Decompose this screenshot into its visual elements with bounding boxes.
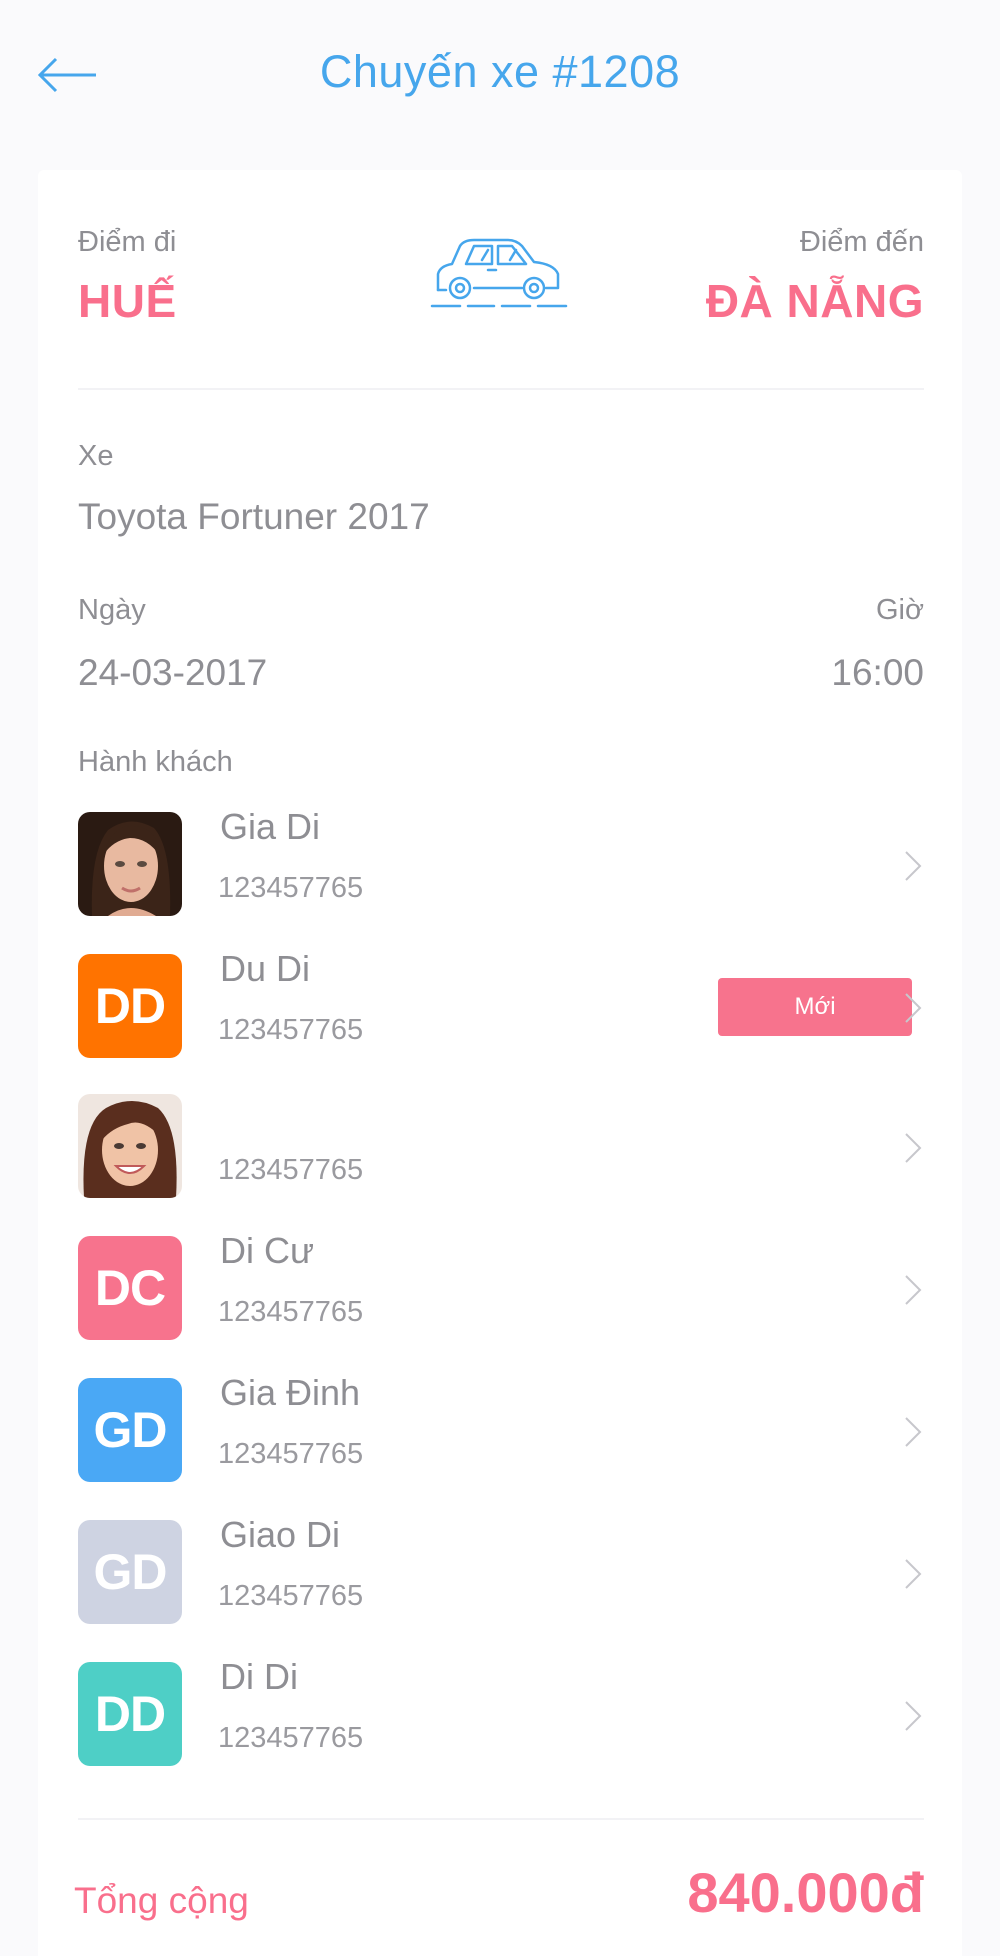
chevron-right-icon <box>905 993 922 1023</box>
passenger-name: Du Di <box>220 948 311 989</box>
passenger-row[interactable]: DD Du Di 123457765 Mới <box>78 948 924 1062</box>
passenger-phone: 123457765 <box>218 1580 364 1612</box>
passenger-phone: 123457765 <box>218 1438 364 1470</box>
passenger-phone: 123457765 <box>218 872 364 904</box>
vehicle-label: Xe <box>78 440 114 472</box>
passenger-phone: 123457765 <box>218 1154 364 1186</box>
passenger-name: Di Cư <box>220 1230 315 1271</box>
passenger-row[interactable]: DD Di Di 123457765 <box>78 1656 924 1770</box>
car-icon <box>430 238 568 308</box>
passenger-name: Gia Đinh <box>220 1372 361 1413</box>
avatar-initials: DD <box>78 954 182 1058</box>
to-label: Điểm đến <box>799 226 924 258</box>
from-city: HUẾ <box>78 275 177 327</box>
chevron-right-icon <box>905 1275 922 1305</box>
date-value: 24-03-2017 <box>78 652 268 693</box>
passenger-row[interactable]: DC Di Cư 123457765 <box>78 1230 924 1344</box>
avatar-photo <box>78 812 182 916</box>
avatar <box>78 1094 182 1198</box>
avatar-photo <box>78 1094 182 1198</box>
passenger-phone: 123457765 <box>218 1014 364 1046</box>
passenger-name: Giao Di <box>220 1514 341 1555</box>
divider <box>78 388 924 390</box>
time-label: Giờ <box>875 594 924 626</box>
passenger-row[interactable]: Gia Di 123457765 <box>78 806 924 920</box>
new-badge: Mới <box>718 978 912 1036</box>
vehicle-value: Toyota Fortuner 2017 <box>78 496 430 537</box>
passenger-row[interactable]: GD Giao Di 123457765 <box>78 1514 924 1628</box>
avatar-initials: DD <box>78 1662 182 1766</box>
passenger-row[interactable]: GD Gia Đinh 123457765 <box>78 1372 924 1486</box>
page-title: Chuyến xe #1208 <box>319 46 681 97</box>
trip-card: Điểm đi HUẾ Điểm đến ĐÀ NẴNG Xe Toyota F… <box>38 170 962 1956</box>
chevron-right-icon <box>905 1417 922 1447</box>
avatar-initials: DC <box>78 1236 182 1340</box>
passenger-name: Gia Di <box>220 806 321 847</box>
chevron-right-icon <box>905 851 922 881</box>
passenger-name: Di Di <box>220 1656 298 1697</box>
avatar <box>78 812 182 916</box>
to-city: ĐÀ NẴNG <box>705 275 924 327</box>
chevron-right-icon <box>905 1133 922 1163</box>
passenger-phone: 123457765 <box>218 1722 364 1754</box>
avatar-initials: GD <box>78 1520 182 1624</box>
header: Chuyến xe #1208 <box>0 0 1000 150</box>
date-label: Ngày <box>78 594 146 626</box>
passengers-label: Hành khách <box>78 746 233 778</box>
chevron-right-icon <box>905 1701 922 1731</box>
passenger-row[interactable]: 123457765 <box>78 1094 924 1202</box>
chevron-right-icon <box>905 1559 922 1589</box>
time-value: 16:00 <box>831 652 924 693</box>
avatar-initials: GD <box>78 1378 182 1482</box>
passenger-phone: 123457765 <box>218 1296 364 1328</box>
from-label: Điểm đi <box>78 226 177 258</box>
